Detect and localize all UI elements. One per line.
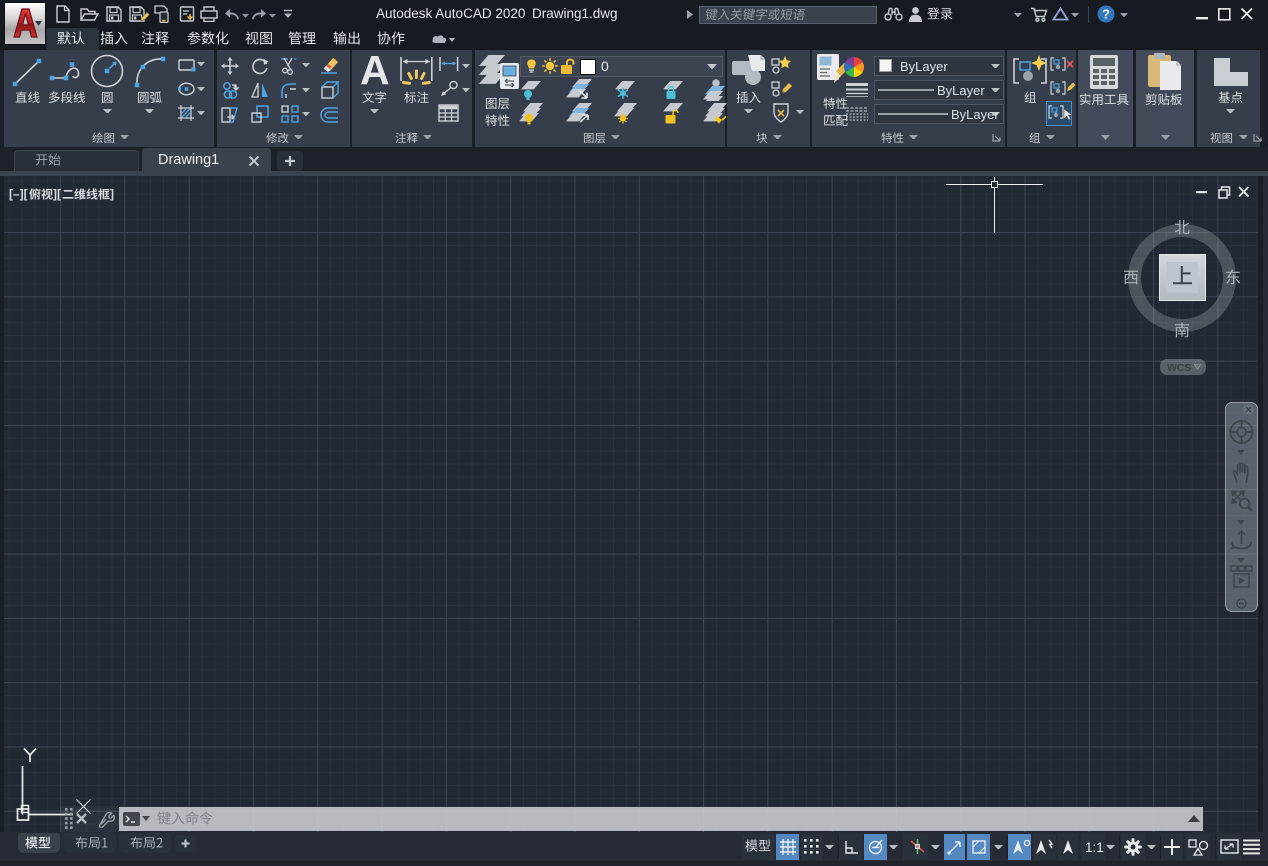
- svg-text:?: ?: [1102, 7, 1110, 22]
